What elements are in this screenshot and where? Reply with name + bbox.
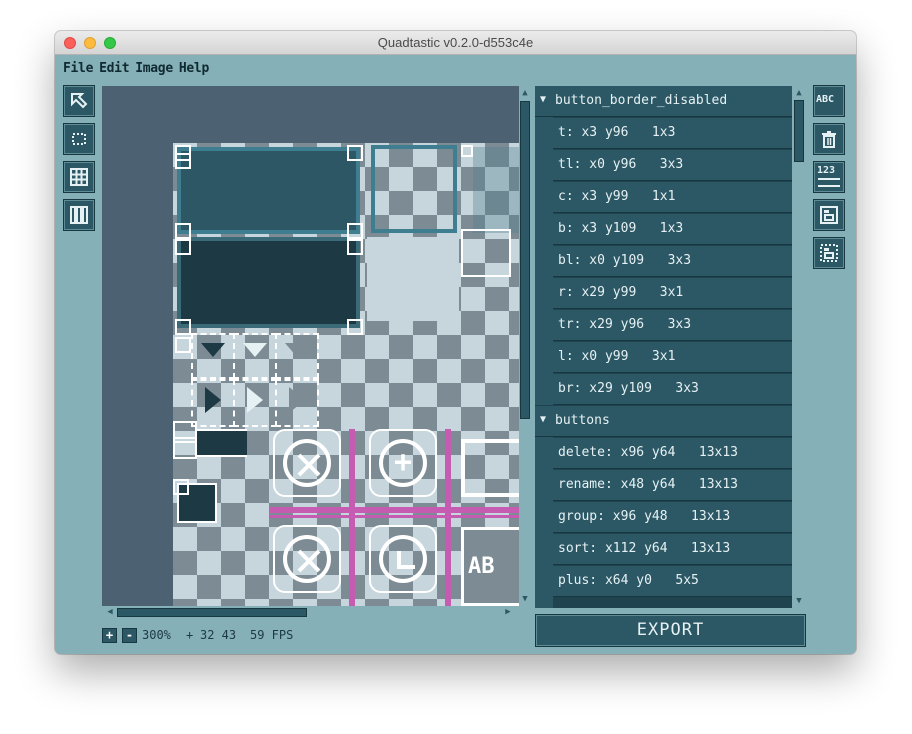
quad-selection[interactable] — [461, 229, 511, 277]
quad-row[interactable]: l: x0 y99 3x1 — [553, 342, 792, 373]
sprite-round-button-x — [273, 429, 341, 497]
rename-button[interactable]: ABC — [813, 85, 845, 117]
sprite-button-frame — [177, 147, 360, 234]
quad-list-scroll-thumb[interactable] — [794, 100, 804, 162]
quad-handle[interactable] — [175, 223, 191, 239]
caret-down-icon: ▼ — [540, 94, 547, 105]
quad-handle[interactable] — [461, 145, 473, 157]
quad-row[interactable]: sort: x112 y64 13x13 — [553, 534, 792, 565]
menu-image[interactable]: Image — [135, 61, 173, 79]
export-button[interactable]: EXPORT — [535, 614, 806, 647]
sprite-button-frame-dark — [177, 237, 360, 328]
scroll-up-arrow-icon[interactable]: ▲ — [519, 88, 531, 98]
group-header-buttons[interactable]: ▼ buttons — [535, 406, 792, 437]
quad-row[interactable]: delete: x96 y64 13x13 — [553, 438, 792, 469]
abc-icon: ABC — [816, 94, 835, 105]
create-tool-button[interactable] — [63, 123, 95, 155]
sprite-right-column — [473, 147, 519, 233]
create-rect-icon — [72, 133, 86, 145]
quad-handle[interactable] — [173, 437, 197, 459]
app-window: Quadtastic v0.2.0-d553c4e File Edit Imag… — [55, 31, 856, 654]
quad-row[interactable]: br: x29 y109 3x3 — [553, 374, 792, 405]
quad-handle[interactable] — [175, 239, 191, 255]
quad-row[interactable]: t: x3 y96 1x3 — [553, 118, 792, 149]
menu-file[interactable]: File — [63, 61, 93, 79]
group-icon — [820, 206, 838, 224]
trash-icon — [822, 131, 836, 148]
pink-guide — [269, 515, 519, 518]
menu-bar: File Edit Image Help — [63, 61, 209, 79]
delete-button[interactable] — [813, 123, 845, 155]
status-bar: + - 300% + 32 43 59 FPS — [100, 628, 500, 646]
scroll-down-arrow-icon[interactable]: ▼ — [793, 596, 805, 606]
group-button[interactable] — [813, 199, 845, 231]
sort-123-icon: 123 — [817, 165, 836, 176]
cursor-position: 32 43 — [200, 628, 237, 642]
crosshair-icon: + — [186, 628, 194, 642]
caret-down-icon: ▼ — [540, 414, 547, 425]
zoom-out-button[interactable]: - — [122, 628, 137, 643]
grid-icon — [70, 168, 88, 186]
menu-edit[interactable]: Edit — [99, 61, 129, 79]
quad-list-scrollbar[interactable]: ▲ ▼ — [792, 86, 806, 608]
quad-handle[interactable] — [347, 145, 363, 161]
quad-row[interactable]: r: x29 y99 3x1 — [553, 278, 792, 309]
pink-guide — [269, 507, 519, 513]
arrow-sprites — [201, 343, 309, 413]
window-title: Quadtastic v0.2.0-d553c4e — [377, 35, 534, 50]
sprite-round-button-sort — [369, 525, 437, 593]
horizontal-scroll-thumb[interactable] — [117, 608, 307, 617]
quad-row[interactable]: b: x3 y109 1x3 — [553, 214, 792, 245]
quad-handle[interactable] — [173, 479, 189, 495]
quad-row[interactable]: c: x3 y99 1x1 — [553, 182, 792, 213]
quad-row[interactable]: plus: x64 y0 5x5 — [553, 566, 792, 597]
vertical-scroll-thumb[interactable] — [520, 101, 530, 419]
group-header-button-border-disabled[interactable]: ▼ button_border_disabled — [535, 86, 792, 117]
sprite-abc-button: AB — [461, 527, 519, 606]
fps-counter: 59 FPS — [250, 628, 294, 642]
scroll-down-arrow-icon[interactable]: ▼ — [519, 594, 531, 604]
sprite-round-button-x2 — [273, 525, 341, 593]
quad-row[interactable]: bl: x0 y109 3x3 — [553, 246, 792, 277]
scroll-left-arrow-icon[interactable]: ◀ — [104, 607, 116, 617]
scroll-up-arrow-icon[interactable]: ▲ — [793, 88, 805, 98]
menu-help[interactable]: Help — [179, 61, 209, 79]
ungroup-icon — [820, 244, 838, 262]
ungroup-button[interactable] — [813, 237, 845, 269]
cursor-arrow-icon — [71, 93, 88, 109]
sprite-round-button-plus: + — [369, 429, 437, 497]
quad-row[interactable]: rename: x48 y64 13x13 — [553, 470, 792, 501]
quad-row[interactable]: group: x96 y48 13x13 — [553, 502, 792, 533]
strip-icon — [70, 206, 88, 224]
quad-handle[interactable] — [347, 319, 363, 335]
scroll-right-arrow-icon[interactable]: ▶ — [502, 607, 514, 617]
strip-tool-button[interactable] — [63, 199, 95, 231]
sprite-partial-button — [461, 439, 519, 497]
zoom-level: 300% — [142, 628, 171, 642]
grid-tool-button[interactable] — [63, 161, 95, 193]
sprite-sheet: + AB — [173, 143, 519, 606]
quad-handle[interactable] — [175, 319, 191, 335]
quad-handle[interactable] — [175, 337, 191, 353]
quad-handle[interactable] — [347, 239, 363, 255]
sort-lines — [818, 178, 840, 187]
canvas-vertical-scrollbar[interactable]: ▲ ▼ — [519, 86, 531, 606]
sprite-light-panel — [367, 237, 459, 321]
sprite-frame-outline — [371, 145, 457, 233]
quad-handle[interactable] — [347, 223, 363, 239]
quad-row[interactable]: tl: x0 y96 3x3 — [553, 150, 792, 181]
sort-button[interactable]: 123 — [813, 161, 845, 193]
quad-list[interactable]: ▼ button_border_disabled t: x3 y96 1x3 t… — [535, 86, 806, 608]
sprite-small-bar — [197, 429, 247, 457]
image-canvas[interactable]: + AB — [102, 86, 519, 606]
select-tool-button[interactable] — [63, 85, 95, 117]
quad-row[interactable]: tr: x29 y96 3x3 — [553, 310, 792, 341]
quad-handle[interactable] — [175, 153, 191, 169]
title-bar: Quadtastic v0.2.0-d553c4e — [55, 31, 856, 55]
zoom-in-button[interactable]: + — [102, 628, 117, 643]
canvas-horizontal-scrollbar[interactable]: ◀ ▶ — [102, 606, 519, 618]
